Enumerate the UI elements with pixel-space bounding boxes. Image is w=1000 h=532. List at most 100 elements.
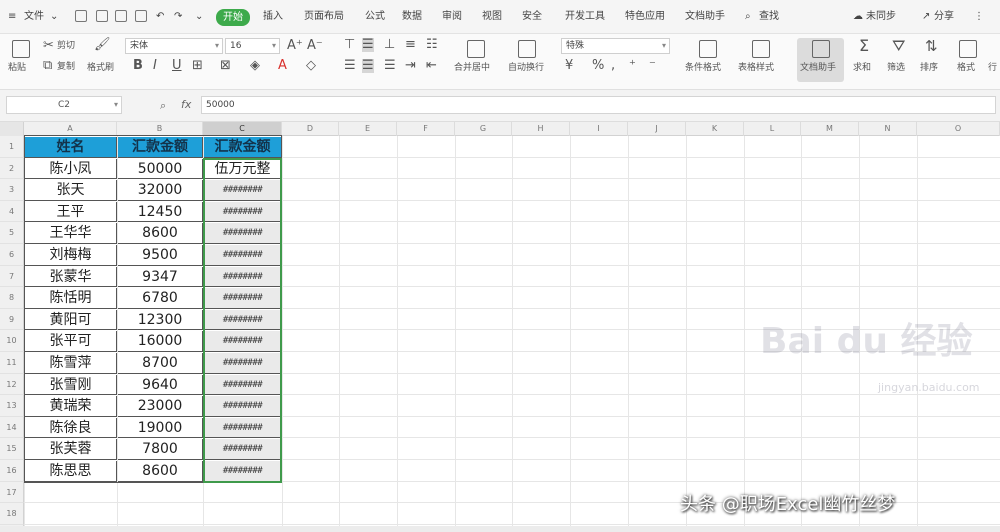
amount-cell[interactable]: 12300	[118, 309, 203, 331]
filter-button[interactable]: 筛选	[887, 63, 905, 74]
merge-center-button[interactable]: 合并居中	[454, 63, 490, 74]
format-icon[interactable]	[959, 40, 977, 58]
row-header[interactable]: 13	[0, 395, 24, 417]
increase-decimal-icon[interactable]: ⁺	[629, 59, 636, 73]
export-icon[interactable]	[96, 10, 108, 22]
uppercase-amount-cell[interactable]: ########	[204, 245, 282, 266]
paste-icon[interactable]	[12, 40, 30, 58]
row-header[interactable]: 1	[0, 136, 24, 158]
column-header[interactable]: F	[397, 122, 455, 136]
row-header[interactable]: 11	[0, 352, 24, 374]
tab-page-layout[interactable]: 页面布局	[304, 10, 344, 24]
file-menu[interactable]: 文件	[24, 10, 44, 24]
fill-pattern-icon[interactable]: ⊠	[220, 59, 231, 73]
uppercase-amount-cell[interactable]: ########	[204, 353, 282, 374]
cond-format-button[interactable]: 条件格式	[685, 63, 721, 74]
search-label[interactable]: 查找	[759, 10, 779, 24]
table-header-cell[interactable]: 汇款金额	[204, 137, 282, 158]
copy-icon[interactable]: ⧉	[43, 59, 52, 73]
column-header[interactable]: A	[24, 122, 117, 136]
sum-icon[interactable]: Σ	[859, 38, 869, 54]
amount-cell[interactable]: 8700	[118, 353, 203, 374]
name-cell[interactable]: 陈思思	[25, 461, 117, 482]
horizontal-scrollbar[interactable]	[0, 526, 1000, 532]
table-header-cell[interactable]: 汇款金额	[118, 137, 203, 158]
column-header[interactable]: I	[570, 122, 628, 136]
thousands-icon[interactable]: ,	[611, 59, 615, 73]
align-middle-icon[interactable]: ☰	[362, 38, 374, 52]
rowcol-button[interactable]: 行	[988, 63, 997, 74]
column-header[interactable]: E	[339, 122, 397, 136]
row-header[interactable]: 7	[0, 265, 24, 288]
row-header[interactable]: 15	[0, 438, 24, 460]
name-cell[interactable]: 陈小凤	[25, 158, 117, 180]
filter-icon[interactable]: ⛛	[892, 38, 905, 54]
align-bottom-icon[interactable]: ⊥	[384, 38, 395, 52]
more-icon[interactable]: ⋮	[974, 10, 984, 24]
save-icon[interactable]	[75, 10, 87, 22]
font-name-select[interactable]: 宋体 ▾	[125, 38, 223, 54]
name-cell[interactable]: 张天	[25, 180, 117, 201]
name-cell[interactable]: 张蒙华	[25, 266, 117, 288]
merge-center-icon[interactable]	[467, 40, 485, 58]
preview-icon[interactable]	[135, 10, 147, 22]
font-color-icon[interactable]: A	[278, 59, 287, 73]
tab-special[interactable]: 特色应用	[625, 10, 665, 24]
tab-review[interactable]: 审阅	[442, 10, 462, 24]
tab-formulas[interactable]: 公式	[365, 10, 385, 24]
fill-color-icon[interactable]: ◈	[250, 59, 260, 73]
column-header[interactable]: M	[801, 122, 859, 136]
doc-helper-icon[interactable]	[812, 40, 830, 58]
row-header[interactable]: 12	[0, 373, 24, 396]
currency-icon[interactable]: ¥	[565, 59, 573, 73]
row-header[interactable]: 5	[0, 222, 24, 244]
name-cell[interactable]: 黄瑞荣	[25, 396, 117, 417]
hamburger-icon[interactable]: ≡	[8, 10, 16, 24]
align-left-icon[interactable]: ☰	[344, 59, 356, 73]
cut-icon[interactable]: ✂	[43, 39, 54, 53]
decrease-font-icon[interactable]: A⁻	[307, 39, 323, 53]
row-header[interactable]: 17	[0, 481, 24, 504]
sync-status[interactable]: 未同步	[866, 10, 896, 24]
uppercase-amount-cell[interactable]: ########	[204, 309, 282, 331]
increase-font-icon[interactable]: A⁺	[287, 39, 303, 53]
clear-format-icon[interactable]: ◇	[306, 59, 316, 73]
row-header[interactable]: 4	[0, 200, 24, 223]
uppercase-amount-cell[interactable]: ########	[204, 331, 282, 352]
row-header[interactable]: 2	[0, 157, 24, 180]
format-button[interactable]: 格式	[957, 63, 975, 74]
table-header-cell[interactable]: 姓名	[25, 137, 117, 158]
amount-cell[interactable]: 19000	[118, 417, 203, 439]
undo-icon[interactable]: ↶	[156, 10, 164, 24]
wrap-text-icon[interactable]	[518, 40, 536, 58]
column-header[interactable]: B	[117, 122, 203, 136]
column-header[interactable]: N	[859, 122, 917, 136]
column-header[interactable]: K	[686, 122, 744, 136]
name-box[interactable]: C2 ▾	[6, 96, 122, 114]
name-cell[interactable]: 张芙蓉	[25, 439, 117, 460]
amount-cell[interactable]: 23000	[118, 396, 203, 417]
formula-input[interactable]: 50000	[201, 96, 996, 114]
amount-cell[interactable]: 9500	[118, 245, 203, 266]
sum-button[interactable]: 求和	[853, 63, 871, 74]
uppercase-amount-cell[interactable]: ########	[204, 417, 282, 439]
uppercase-amount-cell[interactable]: ########	[204, 288, 282, 309]
italic-icon[interactable]: I	[153, 59, 157, 73]
amount-cell[interactable]: 8600	[118, 461, 203, 482]
row-header[interactable]: 8	[0, 287, 24, 309]
amount-cell[interactable]: 8600	[118, 223, 203, 244]
column-header[interactable]: C	[203, 122, 282, 136]
table-style-button[interactable]: 表格样式	[738, 63, 774, 74]
amount-cell[interactable]: 7800	[118, 439, 203, 460]
border-icon[interactable]: ⊞	[192, 59, 203, 73]
name-cell[interactable]: 张雪刚	[25, 374, 117, 396]
name-cell[interactable]: 王平	[25, 201, 117, 223]
column-header[interactable]: O	[917, 122, 1000, 136]
row-header[interactable]: 3	[0, 179, 24, 201]
align-top-icon[interactable]: ⊤	[344, 38, 355, 52]
name-cell[interactable]: 刘梅梅	[25, 245, 117, 266]
uppercase-amount-cell[interactable]: ########	[204, 461, 282, 482]
name-cell[interactable]: 王华华	[25, 223, 117, 244]
table-style-icon[interactable]	[752, 40, 770, 58]
print-icon[interactable]	[115, 10, 127, 22]
